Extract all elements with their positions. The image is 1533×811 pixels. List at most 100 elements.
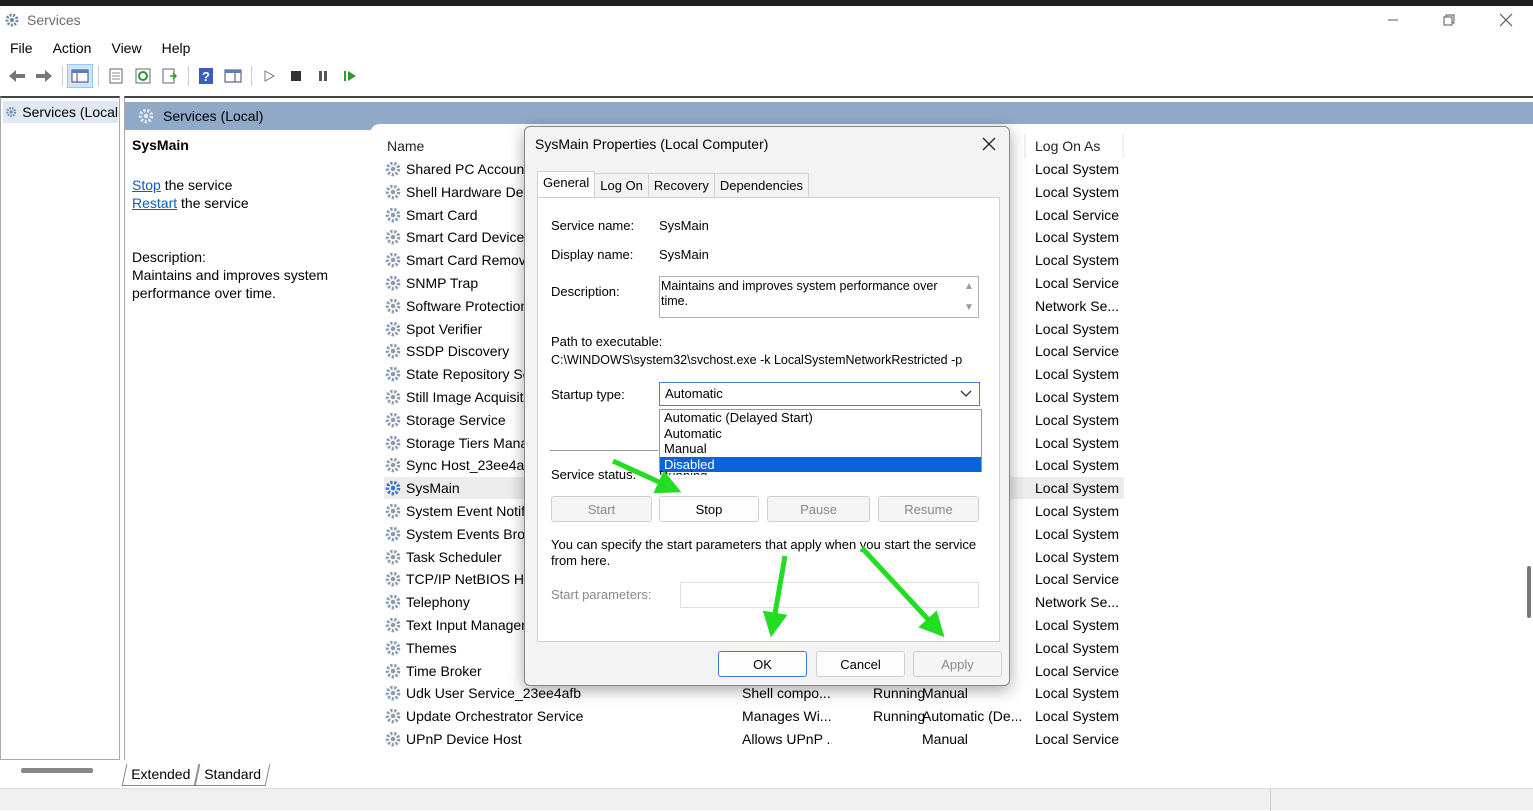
tree-item-services-local[interactable]: Services (Local (3, 101, 118, 123)
stop-service-link[interactable]: Stop (132, 177, 161, 193)
tab-extended[interactable]: Extended (121, 764, 200, 786)
column-divider (1024, 134, 1026, 158)
service-gear-icon (385, 640, 401, 656)
service-gear-icon (385, 321, 401, 336)
service-gear-icon (385, 184, 401, 200)
startup-type-dropdown-list: Automatic (Delayed Start) Automatic Manu… (659, 409, 982, 472)
show-hide-action-pane-button[interactable] (220, 64, 246, 88)
service-description-cell: Allows UPnP ... (742, 731, 832, 747)
service-gear-icon (385, 161, 401, 177)
export-icon (162, 68, 178, 84)
stop-button[interactable]: Stop (659, 496, 759, 522)
menu-help[interactable]: Help (152, 37, 201, 59)
pause-service-button[interactable] (310, 64, 336, 88)
service-gear-icon (385, 389, 401, 405)
tab-standard[interactable]: Standard (194, 764, 271, 786)
service-logon-cell: Local System (1035, 320, 1120, 337)
column-header-name[interactable]: Name (387, 138, 424, 154)
show-hide-console-tree-button[interactable] (67, 64, 93, 88)
service-logon-cell: Local System (1035, 617, 1120, 633)
service-detail-panel: SysMain Stop the service Restart the ser… (132, 136, 372, 302)
forward-arrow-icon (36, 70, 52, 82)
service-gear-icon (385, 435, 401, 450)
refresh-button[interactable] (130, 64, 156, 88)
stop-icon (291, 71, 301, 81)
service-logon-cell: Local System (1035, 525, 1120, 542)
minimize-icon (1388, 19, 1398, 21)
dialog-close-button[interactable] (979, 134, 999, 154)
option-disabled[interactable]: Disabled (660, 456, 981, 472)
tab-recovery[interactable]: Recovery (647, 173, 715, 199)
back-button[interactable] (4, 64, 30, 88)
table-row[interactable]: Update Orchestrator Service Manages Wi...… (384, 705, 1124, 727)
ok-button[interactable]: OK (718, 651, 807, 677)
option-automatic[interactable]: Automatic (660, 426, 981, 442)
play-icon (264, 70, 276, 82)
service-gear-icon (385, 344, 401, 359)
service-gear-icon (385, 412, 401, 428)
menu-action[interactable]: Action (43, 37, 102, 59)
help-button[interactable]: ? (193, 64, 219, 88)
service-name-label: Service name: (551, 218, 635, 233)
start-button[interactable]: Start (551, 496, 652, 522)
option-automatic-delayed[interactable]: Automatic (Delayed Start) (660, 410, 981, 426)
pause-button[interactable]: Pause (767, 496, 870, 522)
startup-type-label: Startup type: (551, 387, 625, 402)
tab-general[interactable]: General (537, 171, 596, 199)
status-bar-divider (1270, 789, 1271, 811)
service-logon-cell: Local System (1035, 708, 1120, 725)
service-gear-icon (385, 708, 401, 724)
cancel-button[interactable]: Cancel (816, 651, 905, 677)
minimize-button[interactable] (1370, 6, 1416, 34)
service-status-label: Service status: (551, 467, 637, 482)
tab-dependencies[interactable]: Dependencies (713, 173, 809, 199)
toolbar-separator (62, 66, 63, 86)
stop-service-button[interactable] (283, 64, 309, 88)
service-logon-cell: Local Service (1035, 275, 1120, 291)
description-scrollbar[interactable]: ▲ ▼ (961, 279, 977, 315)
export-list-button[interactable] (157, 64, 183, 88)
service-name-cell: Update Orchestrator Service (406, 708, 584, 725)
start-parameters-input[interactable] (680, 582, 979, 608)
scroll-down-icon[interactable]: ▼ (964, 300, 974, 315)
close-window-button[interactable] (1483, 6, 1529, 34)
dialog-title: SysMain Properties (Local Computer) (535, 136, 769, 152)
tab-log-on[interactable]: Log On (594, 173, 649, 199)
service-description-cell: Manages Wi... (742, 708, 832, 725)
scroll-up-icon[interactable]: ▲ (964, 279, 974, 294)
service-logon-cell: Local Service (1035, 343, 1120, 360)
menu-file[interactable]: File (0, 37, 43, 59)
toolbar-separator (98, 66, 99, 86)
startup-type-select[interactable]: Automatic (659, 382, 980, 406)
table-row[interactable]: UPnP Device Host Allows UPnP ... Manual Loc… (384, 728, 1124, 750)
vertical-scrollbar-thumb[interactable] (1527, 566, 1531, 618)
back-arrow-icon (9, 70, 25, 82)
column-header-log-on-as[interactable]: Log On As (1035, 138, 1100, 154)
resume-button[interactable]: Resume (878, 496, 979, 522)
svg-text:?: ? (202, 69, 210, 84)
path-label: Path to executable: (551, 334, 663, 349)
restore-button[interactable] (1426, 6, 1472, 34)
menu-view[interactable]: View (101, 37, 151, 59)
apply-button[interactable]: Apply (913, 651, 1002, 677)
description-textbox[interactable]: Maintains and improves system performanc… (659, 276, 979, 318)
service-description-cell: Shell compo... (742, 685, 831, 702)
restart-service-button[interactable] (337, 64, 363, 88)
service-logon-cell: Local Service (1035, 731, 1120, 747)
service-gear-icon (385, 594, 401, 610)
start-service-button[interactable] (256, 64, 282, 88)
service-logon-cell: Network Se... (1035, 594, 1120, 611)
service-gear-icon (385, 480, 401, 496)
forward-button[interactable] (31, 64, 57, 88)
restart-service-link[interactable]: Restart (132, 195, 177, 211)
service-gear-icon (385, 503, 401, 519)
console-tree: Services (Local (0, 96, 120, 773)
option-manual[interactable]: Manual (660, 441, 981, 457)
service-logon-cell: Local System (1035, 503, 1120, 519)
service-logon-cell: Local Service (1035, 571, 1120, 588)
service-logon-cell: Local System (1035, 480, 1120, 497)
tree-horizontal-scrollbar[interactable] (21, 768, 93, 773)
menu-bar: File Action View Help (0, 37, 200, 59)
service-gear-icon (385, 207, 401, 222)
properties-button[interactable] (103, 64, 129, 88)
